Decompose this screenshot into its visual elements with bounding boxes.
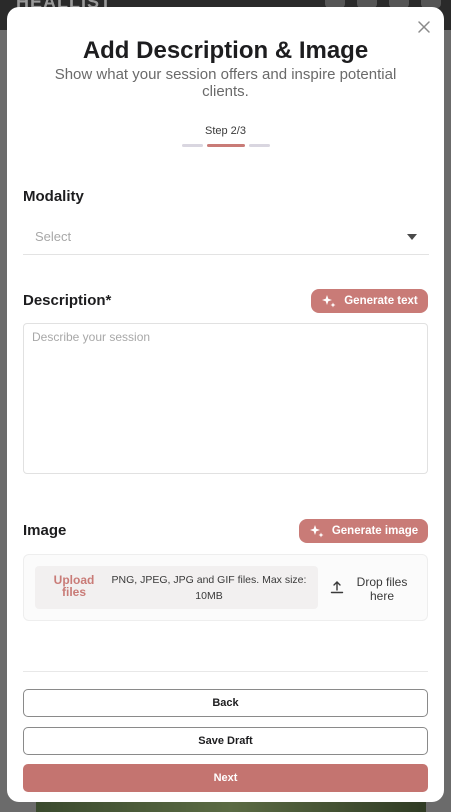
- upload-hint: PNG, JPEG, JPG and GIF files. Max size: …: [111, 574, 307, 602]
- modal-subtitle: Show what your session offers and inspir…: [54, 66, 397, 100]
- step-bar-1: [182, 144, 203, 147]
- generate-text-button[interactable]: Generate text: [311, 289, 428, 313]
- step-bar-2: [207, 144, 245, 147]
- add-description-modal: Add Description & Image Show what your s…: [7, 7, 444, 802]
- modality-select-value: Select: [35, 229, 72, 244]
- upload-files-link[interactable]: Upload files: [43, 574, 105, 598]
- image-dropzone[interactable]: Upload files PNG, JPEG, JPG and GIF file…: [23, 554, 428, 621]
- modality-select[interactable]: Select: [23, 222, 429, 255]
- close-icon[interactable]: [416, 19, 432, 35]
- step-bar-3: [249, 144, 270, 147]
- step-progress: [182, 144, 270, 147]
- back-button[interactable]: Back: [23, 689, 428, 717]
- modality-label: Modality: [23, 188, 84, 205]
- next-button[interactable]: Next: [23, 764, 428, 792]
- step-label: Step 2/3: [205, 125, 246, 137]
- generate-image-label: Generate image: [331, 525, 419, 537]
- generate-image-button[interactable]: Generate image: [299, 519, 428, 543]
- upload-panel: Upload files PNG, JPEG, JPG and GIF file…: [35, 566, 318, 609]
- upload-icon: [330, 581, 344, 594]
- drop-files-text: Drop files here: [356, 575, 408, 603]
- description-label: Description*: [23, 292, 112, 309]
- generate-text-label: Generate text: [344, 295, 418, 307]
- modal-title: Add Description & Image: [82, 37, 369, 64]
- description-textarea[interactable]: [23, 323, 428, 474]
- save-draft-button[interactable]: Save Draft: [23, 727, 428, 755]
- image-label: Image: [23, 522, 67, 539]
- caret-down-icon: [407, 234, 417, 240]
- sparkles-icon: [309, 525, 324, 538]
- footer-divider: [23, 671, 428, 672]
- sparkles-icon: [322, 295, 336, 308]
